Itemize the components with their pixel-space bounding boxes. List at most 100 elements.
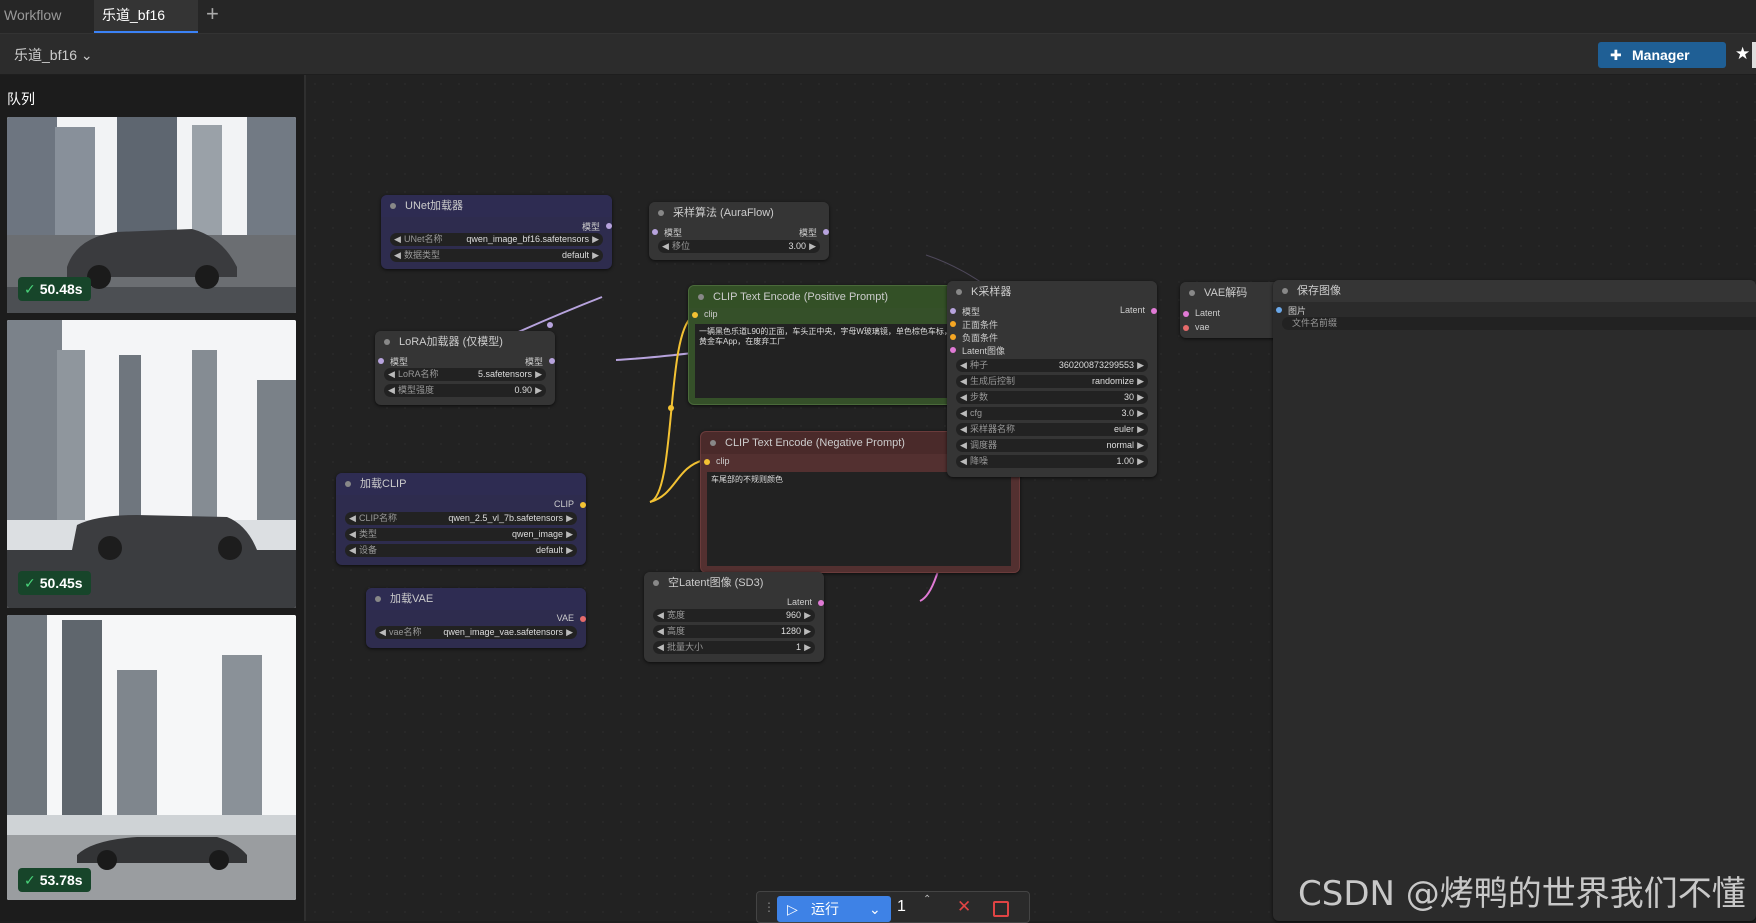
pin-icon	[950, 347, 956, 353]
collapse-dot-icon	[710, 440, 716, 446]
output-slot-vae[interactable]: VAE	[557, 613, 586, 623]
output-slot-model[interactable]: 模型	[525, 355, 555, 368]
pin-icon	[580, 502, 586, 508]
pin-icon	[950, 321, 956, 327]
node-sampling-auraflow[interactable]: 采样算法 (AuraFlow) 模型 模型 ◀ 移位 3.00 ▶	[649, 202, 829, 260]
pin-icon	[378, 358, 384, 364]
node-title[interactable]: LoRA加载器 (仅模型)	[375, 331, 555, 353]
play-icon: ▷	[787, 901, 798, 917]
widget-shift[interactable]: ◀ 移位 3.00 ▶	[658, 240, 820, 253]
widget-unet-name[interactable]: ◀ UNet名称 qwen_image_bf16.safetensors ▶	[390, 233, 603, 246]
input-slot-images[interactable]: 图片	[1276, 304, 1306, 317]
widget-lora-strength[interactable]: ◀ 模型强度 0.90 ▶	[384, 384, 546, 397]
pin-icon	[950, 334, 956, 340]
tab-workflow[interactable]: Workflow	[4, 0, 94, 33]
node-title[interactable]: VAE解码	[1180, 282, 1280, 304]
chevron-down-icon[interactable]: ⌄	[869, 896, 881, 922]
input-slot-latent[interactable]: Latent	[1183, 308, 1220, 318]
widget-vae-name[interactable]: ◀ vae名称 qwen_image_vae.safetensors ▶	[375, 626, 577, 639]
input-slot-clip[interactable]: clip	[692, 309, 718, 319]
node-title[interactable]: K采样器	[947, 281, 1157, 303]
add-tab-button[interactable]: +	[206, 0, 230, 33]
widget-filename-prefix[interactable]: 文件名前缀	[1282, 317, 1756, 330]
collapse-dot-icon	[698, 294, 704, 300]
widget-sampler-name[interactable]: ◀ 采样器名称 euler ▶	[956, 423, 1148, 436]
widget-clip-device[interactable]: ◀ 设备 default ▶	[345, 544, 577, 557]
node-save-image[interactable]: 保存图像 图片 文件名前缀	[1273, 280, 1756, 921]
widget-scheduler[interactable]: ◀ 调度器 normal ▶	[956, 439, 1148, 452]
widget-clip-type[interactable]: ◀ 类型 qwen_image ▶	[345, 528, 577, 541]
tab-active-workflow[interactable]: 乐道_bf16	[94, 0, 198, 33]
node-empty-latent[interactable]: 空Latent图像 (SD3) Latent ◀ 宽度 960 ▶ ◀ 高度 1280 ▶ …	[644, 572, 824, 662]
star-icon[interactable]: ★	[1735, 44, 1750, 64]
check-icon: ✓	[24, 575, 36, 591]
share-icon[interactable]	[1752, 42, 1756, 68]
cancel-icon[interactable]: ✕	[957, 897, 971, 917]
node-vae-decode[interactable]: VAE解码 Latent vae	[1180, 282, 1280, 338]
node-unet-loader[interactable]: UNet加载器 模型 ◀ UNet名称 qwen_image_bf16.safete…	[381, 195, 612, 269]
collapse-dot-icon	[384, 339, 390, 345]
input-slot-model[interactable]: 模型	[378, 355, 408, 368]
widget-control-after-generate[interactable]: ◀ 生成后控制 randomize ▶	[956, 375, 1148, 388]
widget-denoise[interactable]: ◀ 降噪 1.00 ▶	[956, 455, 1148, 468]
input-slot-model[interactable]: 模型	[950, 305, 980, 318]
result-thumbnail	[7, 320, 296, 608]
widget-steps[interactable]: ◀ 步数 30 ▶	[956, 391, 1148, 404]
node-title[interactable]: 加载VAE	[366, 588, 586, 610]
node-title[interactable]: UNet加载器	[381, 195, 612, 217]
workflow-name-dropdown[interactable]: 乐道_bf16 ⌄	[14, 45, 93, 65]
run-toolbar: ⋮⋮ ▷ 运行 ⌄ 1 ⌃ ✕	[756, 891, 1030, 923]
queue-item[interactable]: ✓ 53.78s	[7, 615, 296, 900]
batch-count-input[interactable]: 1	[897, 898, 906, 916]
puzzle-icon: ✚	[1610, 47, 1622, 63]
widget-clip-name[interactable]: ◀ CLIP名称 qwen_2.5_vl_7b.safetensors ▶	[345, 512, 577, 525]
node-lora-loader[interactable]: LoRA加载器 (仅模型) 模型 模型 ◀ LoRA名称 5.safetensors…	[375, 331, 555, 405]
pin-icon	[1183, 311, 1189, 317]
input-slot-clip[interactable]: clip	[704, 456, 730, 466]
widget-seed[interactable]: ◀ 种子 360200873299553 ▶	[956, 359, 1148, 372]
pin-icon	[818, 600, 824, 606]
input-slot-positive[interactable]: 正面条件	[950, 318, 998, 331]
pin-icon	[1276, 307, 1282, 313]
node-title[interactable]: 采样算法 (AuraFlow)	[649, 202, 829, 224]
pin-icon	[1151, 308, 1157, 314]
result-thumbnail	[7, 615, 296, 900]
queue-item[interactable]: ✓ 50.48s	[7, 117, 296, 313]
pin-icon	[549, 358, 555, 364]
stepper-up-icon[interactable]: ⌃	[923, 894, 931, 905]
queue-item[interactable]: ✓ 50.45s	[7, 320, 296, 608]
output-slot-model[interactable]: 模型	[799, 226, 829, 239]
output-slot-latent[interactable]: Latent	[1120, 305, 1157, 315]
node-title[interactable]: 保存图像	[1273, 280, 1756, 302]
collapse-dot-icon	[345, 481, 351, 487]
run-button[interactable]: ▷ 运行 ⌄	[777, 896, 891, 922]
workflow-toolbar: 乐道_bf16 ⌄ ✚ Manager ★	[0, 34, 1756, 74]
prompt-textarea[interactable]: 车尾部的不规则颜色	[707, 472, 1011, 566]
output-slot-model[interactable]: 模型	[582, 220, 612, 233]
node-title[interactable]: 加载CLIP	[336, 473, 586, 495]
node-ksampler[interactable]: K采样器 模型 Latent 正面条件 负面条件 Latent图像 ◀ 种子 360…	[947, 281, 1157, 477]
output-slot-clip[interactable]: CLIP	[554, 499, 586, 509]
widget-batch-size[interactable]: ◀ 批量大小 1 ▶	[653, 641, 815, 654]
collapse-dot-icon	[956, 289, 962, 295]
widget-height[interactable]: ◀ 高度 1280 ▶	[653, 625, 815, 638]
output-slot-latent[interactable]: Latent	[787, 597, 824, 607]
node-title[interactable]: 空Latent图像 (SD3)	[644, 572, 824, 594]
node-load-clip[interactable]: 加载CLIP CLIP ◀ CLIP名称 qwen_2.5_vl_7b.safete…	[336, 473, 586, 565]
widget-width[interactable]: ◀ 宽度 960 ▶	[653, 609, 815, 622]
manager-button[interactable]: ✚ Manager	[1598, 42, 1726, 68]
widget-dtype[interactable]: ◀ 数据类型 default ▶	[390, 249, 603, 262]
check-icon: ✓	[24, 281, 36, 297]
collapse-dot-icon	[658, 210, 664, 216]
status-badge: ✓ 53.78s	[18, 868, 91, 892]
input-slot-vae[interactable]: vae	[1183, 322, 1210, 332]
widget-cfg[interactable]: ◀ cfg 3.0 ▶	[956, 407, 1148, 420]
input-slot-model[interactable]: 模型	[652, 226, 682, 239]
node-load-vae[interactable]: 加载VAE VAE ◀ vae名称 qwen_image_vae.safetenso…	[366, 588, 586, 648]
input-slot-latent[interactable]: Latent图像	[950, 344, 1005, 357]
input-slot-negative[interactable]: 负面条件	[950, 331, 998, 344]
widget-lora-name[interactable]: ◀ LoRA名称 5.safetensors ▶	[384, 368, 546, 381]
stop-icon[interactable]	[993, 901, 1009, 917]
node-canvas[interactable]: UNet加载器 模型 ◀ UNet名称 qwen_image_bf16.safete…	[306, 75, 1756, 921]
pin-icon	[692, 312, 698, 318]
